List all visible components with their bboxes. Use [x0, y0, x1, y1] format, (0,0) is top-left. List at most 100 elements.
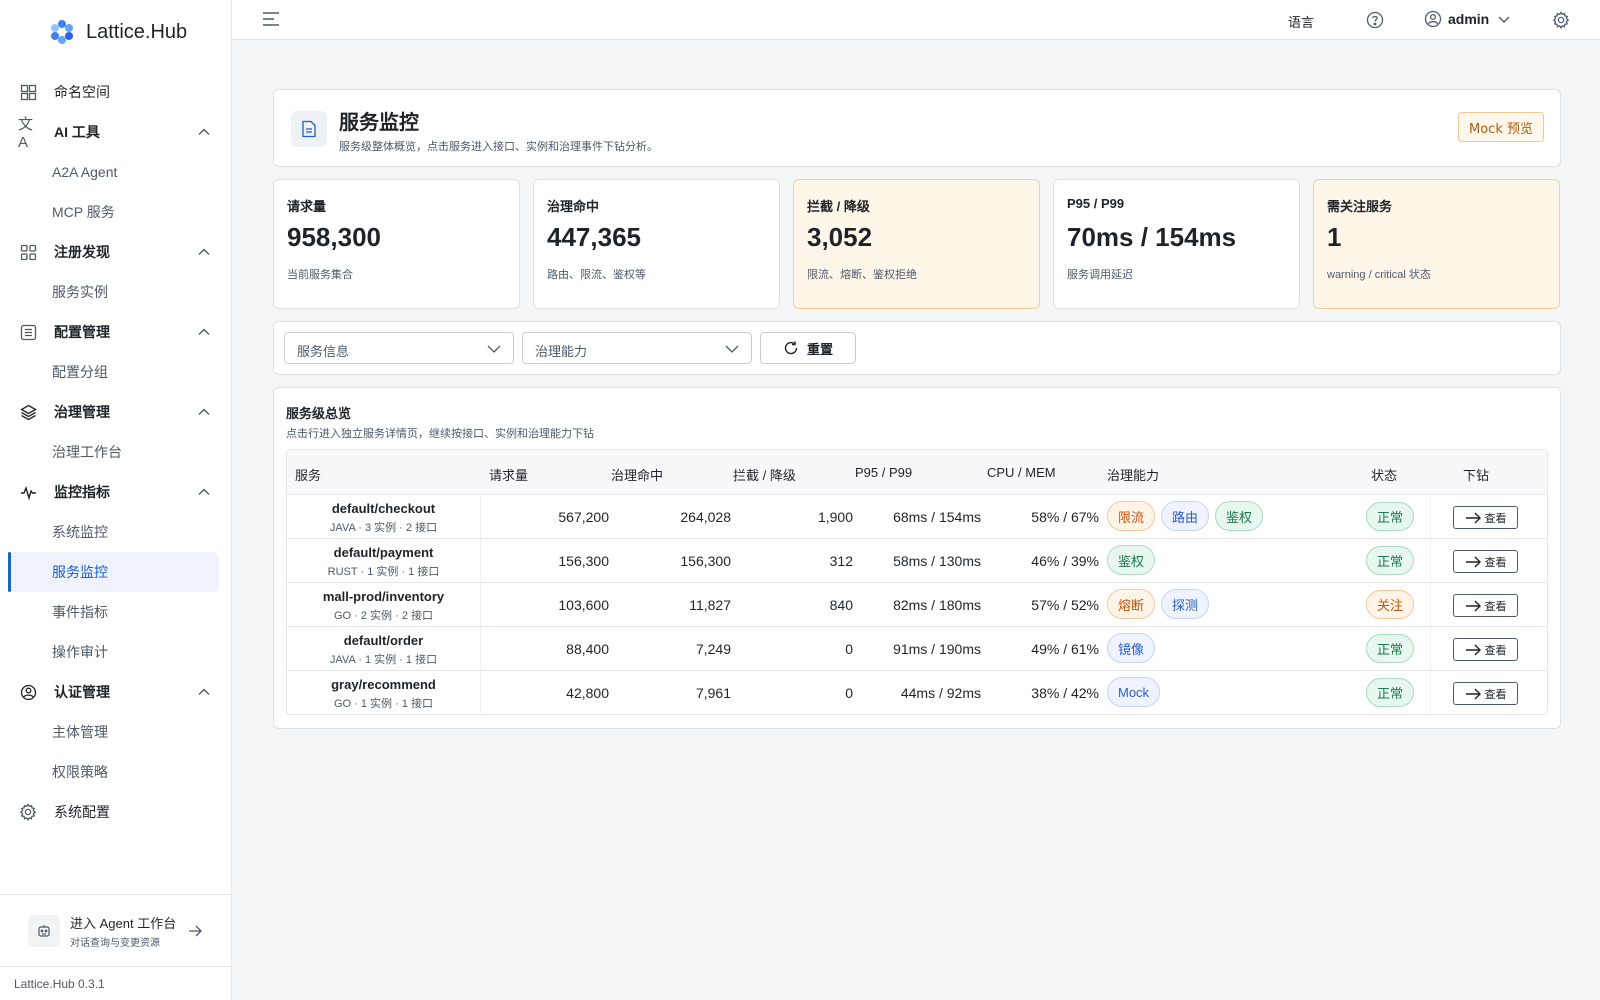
agent-workbench-entry[interactable]: 进入 Agent 工作台 对话查询与变更资源 [0, 894, 231, 966]
column-header[interactable]: 治理命中 [611, 465, 663, 484]
governance-tag: 探测 [1161, 589, 1210, 619]
stat-card-attention: 需关注服务 1 warning / critical 状态 [1313, 179, 1560, 309]
hits-cell: 11,827 [689, 597, 731, 613]
view-detail-button[interactable]: 查看 [1453, 594, 1518, 617]
agent-title: 进入 Agent 工作台 [70, 915, 177, 931]
sidebar-item-service-monitoring[interactable]: 服务监控 [8, 552, 219, 592]
hits-cell: 156,300 [680, 553, 731, 569]
service-cell: mall-prod/inventory GO · 2 实例 · 2 接口 [287, 583, 481, 626]
user-circle-icon [18, 682, 38, 702]
cell-divider [1430, 671, 1431, 714]
service-name: mall-prod/inventory [322, 589, 445, 604]
column-header[interactable]: 服务 [295, 465, 321, 484]
service-name: default/order [343, 633, 424, 648]
latency-cell: 68ms / 154ms [893, 509, 981, 525]
reset-button[interactable]: 重置 [760, 332, 856, 364]
sidebar-item-a2a-agent[interactable]: A2A Agent [8, 152, 219, 192]
view-detail-button[interactable]: 查看 [1453, 550, 1518, 573]
page-header: 服务监控 服务级整体概览，点击服务进入接口、实例和治理事件下钻分析。 Mock … [273, 89, 1561, 167]
column-header[interactable]: P95 / P99 [855, 465, 912, 480]
language-switch[interactable]: 语言 [1288, 12, 1314, 31]
settings-gear-icon[interactable] [1552, 11, 1570, 29]
table-title: 服务级总览 [286, 406, 352, 421]
requests-cell: 42,800 [566, 685, 609, 701]
service-name: default/checkout [331, 501, 436, 516]
user-avatar-icon [1424, 10, 1442, 28]
view-detail-button[interactable]: 查看 [1453, 638, 1518, 661]
latency-cell: 58ms / 130ms [893, 553, 981, 569]
sidebar-group-registry[interactable]: 注册发现 [0, 232, 231, 272]
view-detail-button[interactable]: 查看 [1453, 506, 1518, 529]
app-name: Lattice.Hub [86, 20, 188, 43]
service-name: default/payment [333, 545, 434, 560]
sidebar-group-governance[interactable]: 治理管理 [0, 392, 231, 432]
sidebar-group-ai-tools[interactable]: 文A AI 工具 [0, 112, 231, 152]
status-badge: 正常 [1366, 678, 1414, 707]
menu-toggle-icon[interactable] [262, 11, 280, 27]
governance-tags: 限流 路由 鉴权 [1107, 501, 1264, 531]
arrow-right-icon [1465, 644, 1481, 655]
column-header[interactable]: 状态 [1371, 465, 1397, 484]
service-meta: JAVA · 3 实例 · 2 接口 [329, 522, 438, 534]
requests-cell: 156,300 [558, 553, 609, 569]
cell-divider [1430, 539, 1431, 582]
mock-preview-button[interactable]: Mock 预览 [1458, 112, 1544, 142]
hits-cell: 7,961 [695, 685, 731, 701]
governance-select[interactable]: 治理能力 [522, 332, 752, 364]
table-row[interactable]: gray/recommend GO · 1 实例 · 1 接口 42,800 7,96… [287, 671, 1547, 714]
sidebar-item-mcp-service[interactable]: MCP 服务 [8, 192, 219, 232]
service-meta: GO · 1 实例 · 1 接口 [333, 698, 433, 710]
service-meta: RUST · 1 实例 · 1 接口 [327, 566, 440, 578]
governance-tag: 鉴权 [1107, 545, 1156, 575]
service-info-select[interactable]: 服务信息 [284, 332, 514, 364]
sidebar-item-policies[interactable]: 权限策略 [8, 752, 219, 792]
column-header[interactable]: 请求量 [489, 465, 528, 484]
table-row[interactable]: default/order JAVA · 1 实例 · 1 接口 88,400 7,2… [287, 627, 1547, 671]
topbar: 语言 admin [232, 0, 1600, 40]
sidebar-item-namespace[interactable]: 命名空间 [0, 72, 231, 112]
cpu-mem-cell: 58% / 67% [1031, 509, 1099, 525]
governance-tag: Mock [1107, 677, 1161, 707]
username: admin [1448, 11, 1490, 27]
sidebar-group-config[interactable]: 配置管理 [0, 312, 231, 352]
stat-card-latency: P95 / P99 70ms / 154ms 服务调用延迟 [1053, 179, 1300, 309]
sidebar-item-principals[interactable]: 主体管理 [8, 712, 219, 752]
column-header[interactable]: CPU / MEM [987, 465, 1056, 480]
sidebar-item-event-metrics[interactable]: 事件指标 [8, 592, 219, 632]
page-description: 服务级整体概览，点击服务进入接口、实例和治理事件下钻分析。 [339, 141, 658, 153]
service-overview-card: 服务级总览 点击行进入独立服务详情页，继续按接口、实例和治理能力下钻 服务 请求… [273, 387, 1561, 729]
sidebar-item-system-config[interactable]: 系统配置 [0, 792, 231, 832]
sidebar: Lattice.Hub 命名空间 文A AI 工具 A2A Agent MCP … [0, 0, 232, 1000]
status-badge: 正常 [1366, 634, 1414, 663]
help-icon[interactable] [1366, 11, 1384, 29]
latency-cell: 44ms / 92ms [900, 685, 981, 701]
cell-divider [1430, 583, 1431, 626]
blocked-cell: 1,900 [817, 509, 853, 525]
sidebar-item-config-groups[interactable]: 配置分组 [8, 352, 219, 392]
service-cell: default/order JAVA · 1 实例 · 1 接口 [287, 627, 481, 670]
column-header: 下钻 [1463, 468, 1490, 483]
service-meta: GO · 2 实例 · 2 接口 [333, 610, 433, 622]
refresh-icon [784, 341, 798, 355]
sidebar-item-system-monitoring[interactable]: 系统监控 [8, 512, 219, 552]
gear-icon [18, 802, 38, 822]
cell-divider [1430, 495, 1431, 538]
sidebar-group-auth[interactable]: 认证管理 [0, 672, 231, 712]
sidebar-item-service-instances[interactable]: 服务实例 [8, 272, 219, 312]
service-cell: gray/recommend GO · 1 实例 · 1 接口 [287, 671, 481, 714]
sidebar-menu: 命名空间 文A AI 工具 A2A Agent MCP 服务 注册发现 服务实例… [0, 72, 231, 832]
service-meta: JAVA · 1 实例 · 1 接口 [329, 654, 438, 666]
logo[interactable]: Lattice.Hub [0, 0, 231, 64]
namespace-icon [18, 82, 38, 102]
requests-cell: 103,600 [558, 597, 609, 613]
table-row[interactable]: mall-prod/inventory GO · 2 实例 · 2 接口 103,6… [287, 583, 1547, 627]
sidebar-item-audit[interactable]: 操作审计 [8, 632, 219, 672]
view-detail-button[interactable]: 查看 [1453, 682, 1518, 705]
user-menu[interactable]: admin [1424, 10, 1511, 28]
governance-tags: 镜像 [1107, 633, 1156, 663]
sidebar-group-monitoring[interactable]: 监控指标 [0, 472, 231, 512]
table-row[interactable]: default/checkout JAVA · 3 实例 · 2 接口 567,20… [287, 495, 1547, 539]
sidebar-item-governance-workbench[interactable]: 治理工作台 [8, 432, 219, 472]
column-header[interactable]: 拦截 / 降级 [733, 465, 796, 484]
table-row[interactable]: default/payment RUST · 1 实例 · 1 接口 156,300… [287, 539, 1547, 583]
